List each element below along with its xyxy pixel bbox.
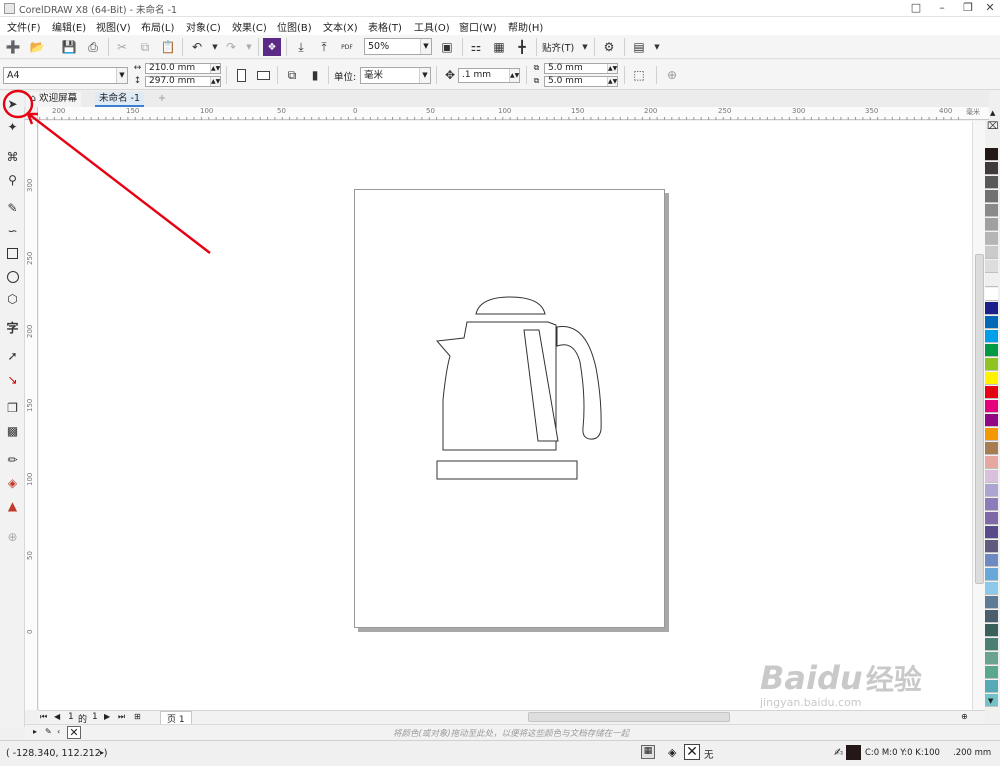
palette-swatch[interactable] xyxy=(985,484,998,497)
outline-pen-icon[interactable]: ✍ xyxy=(834,746,843,759)
palette-swatch[interactable] xyxy=(985,358,998,371)
document-color-settings-icon[interactable]: ▦ xyxy=(641,745,655,759)
chevron-left-icon[interactable]: ‹ xyxy=(57,727,60,736)
horizontal-scrollbar[interactable] xyxy=(528,712,730,722)
palette-swatch[interactable] xyxy=(985,176,998,189)
palette-swatch[interactable] xyxy=(985,246,998,259)
palette-swatch[interactable] xyxy=(985,610,998,623)
watermark-brand-cn: 经验 xyxy=(865,663,922,696)
palette-swatch[interactable] xyxy=(985,638,998,651)
total-pages: 1 xyxy=(92,712,98,722)
palette-swatch[interactable] xyxy=(985,218,998,231)
kettle-lid xyxy=(475,296,546,315)
palette-swatch[interactable] xyxy=(985,162,998,175)
kettle-base xyxy=(436,460,578,480)
current-page-number: 1 xyxy=(68,712,74,722)
no-color-swatch[interactable]: ⌧ xyxy=(987,121,1000,133)
palette-swatch[interactable] xyxy=(985,456,998,469)
vertical-scrollbar[interactable] xyxy=(972,121,985,710)
cursor-coordinates: ( -128.340, 112.212 ) xyxy=(6,748,108,759)
palette-menu-icon[interactable]: ▸ xyxy=(33,727,37,736)
palette-swatch[interactable] xyxy=(985,330,998,343)
palette-swatch[interactable] xyxy=(985,414,998,427)
palette-swatch[interactable] xyxy=(985,274,998,287)
scroll-thumb[interactable] xyxy=(975,254,984,584)
first-page-icon[interactable]: ⏮ xyxy=(40,712,47,722)
chevron-up-icon[interactable]: ▲ xyxy=(990,109,995,117)
next-page-icon[interactable]: ▶ xyxy=(104,712,110,721)
palette-swatch[interactable] xyxy=(985,232,998,245)
palette-controls: ▲ ⌧ xyxy=(987,91,1000,133)
page-navigator: ⏮ ◀ 1 的 1 ▶ ⏭ ⊞ 页 1 xyxy=(38,710,985,726)
watermark-url: jingyan.baidu.com xyxy=(760,696,862,709)
palette-swatch[interactable] xyxy=(985,260,998,273)
palette-swatch[interactable] xyxy=(985,526,998,539)
previous-page-icon[interactable]: ◀ xyxy=(54,712,60,721)
palette-swatch[interactable] xyxy=(985,204,998,217)
palette-swatch[interactable] xyxy=(985,498,998,511)
fill-status: 无 xyxy=(704,750,714,761)
palette-swatch[interactable] xyxy=(985,442,998,455)
zoom-to-fit-icon[interactable]: ⊕ xyxy=(961,712,968,721)
last-page-icon[interactable]: ⏭ xyxy=(118,712,125,722)
palette-swatch[interactable] xyxy=(985,666,998,679)
palette-swatch[interactable] xyxy=(985,624,998,637)
status-bar: ( -128.340, 112.212 ) ▸ ▦ ◈ ✕ 无 ✍ C:0 M:… xyxy=(0,740,1000,766)
eyedropper-icon[interactable]: ✎ xyxy=(45,727,52,736)
annotation-arrow xyxy=(2,89,211,254)
palette-swatch[interactable] xyxy=(985,680,998,693)
palette-swatch[interactable] xyxy=(985,582,998,595)
palette-swatch[interactable] xyxy=(985,470,998,483)
watermark-brand: Baidu xyxy=(760,659,863,697)
palette-swatch[interactable] xyxy=(985,316,998,329)
palette-swatch[interactable] xyxy=(985,148,998,161)
chevron-down-icon[interactable]: ▼ xyxy=(988,697,993,705)
palette-swatch[interactable] xyxy=(985,400,998,413)
outline-color-swatch[interactable] xyxy=(846,745,861,760)
palette-swatch[interactable] xyxy=(985,512,998,525)
add-page-icon[interactable]: ⊞ xyxy=(134,712,141,721)
palette-swatch[interactable] xyxy=(985,190,998,203)
palette-swatch[interactable] xyxy=(985,652,998,665)
palette-swatch[interactable] xyxy=(985,568,998,581)
palette-swatch[interactable] xyxy=(985,554,998,567)
baidu-watermark: Baidu 经验 jingyan.baidu.com xyxy=(760,658,922,709)
palette-swatch[interactable] xyxy=(985,596,998,609)
kettle-handle xyxy=(556,326,602,440)
no-fill-icon[interactable]: ✕ xyxy=(684,744,700,760)
outline-color-value: C:0 M:0 Y:0 K:100 xyxy=(865,748,940,758)
palette-swatch[interactable] xyxy=(985,344,998,357)
palette-swatch[interactable] xyxy=(985,372,998,385)
palette-hint-text: 将颜色(或对象)拖动至此处，以便将这些颜色与文档存储在一起 xyxy=(393,729,630,739)
palette-swatch[interactable] xyxy=(985,386,998,399)
status-menu-icon[interactable]: ▸ xyxy=(100,748,104,757)
palette-swatch[interactable] xyxy=(985,288,998,301)
palette-swatch[interactable] xyxy=(985,540,998,553)
coreldraw-window: CorelDRAW X8 (64-Bit) - 未命名 -1 □ – ❐ ✕ 文… xyxy=(0,0,1000,766)
fill-icon[interactable]: ◈ xyxy=(668,746,676,759)
kettle-drawing xyxy=(2,89,602,480)
outline-width-value: .200 mm xyxy=(953,748,992,758)
document-palette: ▸ ✎ ‹ ✕ 将颜色(或对象)拖动至此处，以便将这些颜色与文档存储在一起 xyxy=(25,724,1000,740)
no-color-icon[interactable]: ✕ xyxy=(67,726,81,739)
palette-swatch[interactable] xyxy=(985,302,998,315)
color-palette xyxy=(985,133,999,723)
palette-swatch[interactable] xyxy=(985,428,998,441)
